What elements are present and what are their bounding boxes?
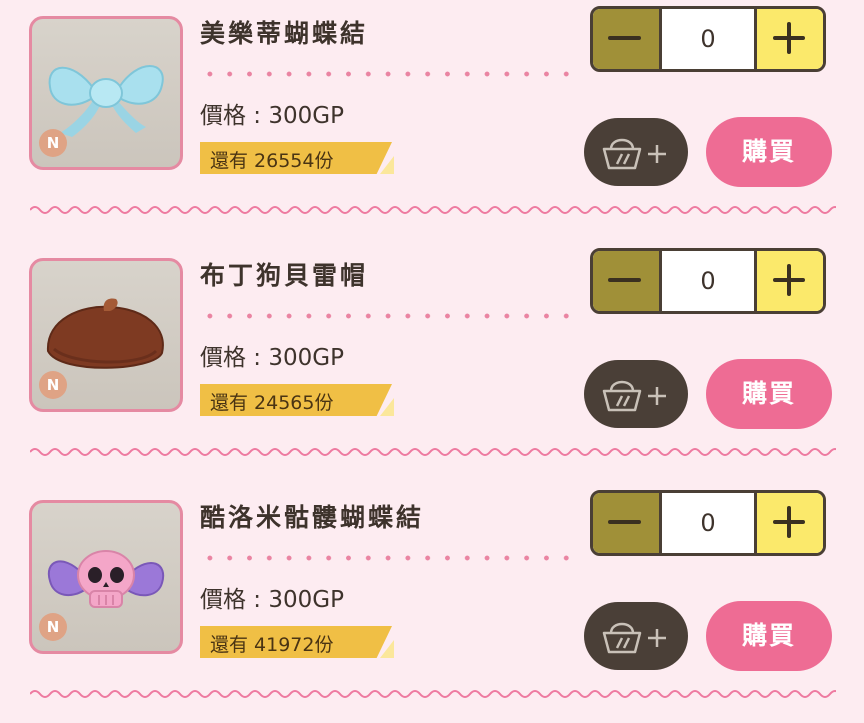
- rarity-badge: N: [39, 371, 67, 399]
- quantity-stepper: 0: [590, 490, 826, 556]
- buy-button[interactable]: 購買: [706, 359, 832, 429]
- buy-button[interactable]: 購買: [706, 117, 832, 187]
- item-name: 美樂蒂蝴蝶結: [200, 19, 369, 48]
- minus-icon[interactable]: [593, 251, 662, 311]
- basket-plus-icon: [602, 622, 666, 654]
- shop-item: N 美樂蒂蝴蝶結 價格 : 300GP 還有 26554份 0 購買: [0, 0, 864, 240]
- minus-icon[interactable]: [593, 493, 662, 553]
- quantity-value: 0: [700, 267, 716, 295]
- wavy-divider: [30, 448, 836, 456]
- wavy-divider: [30, 206, 836, 214]
- item-name: 布丁狗貝雷帽: [200, 261, 369, 290]
- basket-plus-icon: [602, 138, 666, 170]
- add-to-cart-button[interactable]: [584, 118, 688, 186]
- dotted-divider: [200, 71, 576, 77]
- plus-icon[interactable]: [754, 251, 823, 311]
- item-price: 價格 : 300GP: [200, 345, 344, 371]
- item-name: 酷洛米骷髏蝴蝶結: [200, 503, 425, 532]
- dotted-divider: [200, 555, 576, 561]
- item-thumbnail[interactable]: N: [29, 16, 183, 170]
- quantity-stepper: 0: [590, 6, 826, 72]
- quantity-stepper: 0: [590, 248, 826, 314]
- basket-plus-icon: [602, 380, 666, 412]
- quantity-value: 0: [700, 509, 716, 537]
- plus-icon[interactable]: [754, 493, 823, 553]
- rarity-badge: N: [39, 613, 67, 641]
- wavy-divider: [30, 690, 836, 698]
- quantity-value: 0: [700, 25, 716, 53]
- stock-remaining: 還有 41972份: [210, 634, 334, 656]
- item-price: 價格 : 300GP: [200, 103, 344, 129]
- add-to-cart-button[interactable]: [584, 360, 688, 428]
- shop-item: N 酷洛米骷髏蝴蝶結 價格 : 300GP 還有 41972份 0 購買: [0, 484, 864, 723]
- item-thumbnail[interactable]: N: [29, 500, 183, 654]
- shop-item: N 布丁狗貝雷帽 價格 : 300GP 還有 24565份 0 購買: [0, 242, 864, 482]
- shop-item-list: N 美樂蒂蝴蝶結 價格 : 300GP 還有 26554份 0 購買 N 布丁狗…: [0, 0, 864, 723]
- rarity-badge: N: [39, 129, 67, 157]
- add-to-cart-button[interactable]: [584, 602, 688, 670]
- plus-icon[interactable]: [754, 9, 823, 69]
- minus-icon[interactable]: [593, 9, 662, 69]
- stock-remaining: 還有 24565份: [210, 392, 334, 414]
- buy-button[interactable]: 購買: [706, 601, 832, 671]
- stock-remaining: 還有 26554份: [210, 150, 334, 172]
- dotted-divider: [200, 313, 576, 319]
- item-price: 價格 : 300GP: [200, 587, 344, 613]
- item-thumbnail[interactable]: N: [29, 258, 183, 412]
